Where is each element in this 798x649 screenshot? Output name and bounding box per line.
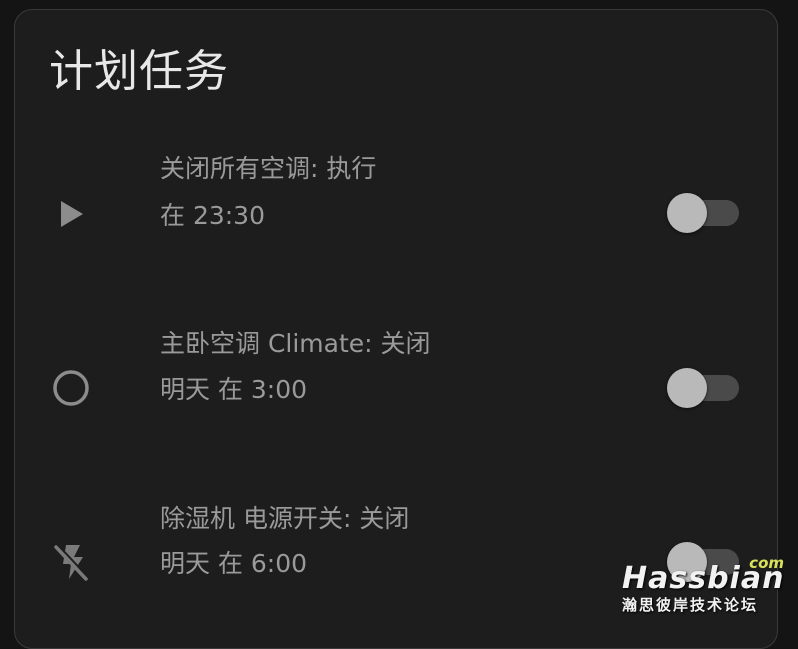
circle-outline-icon bbox=[51, 368, 91, 408]
row-time: 明天 在 3:00 bbox=[160, 375, 308, 404]
watermark-logo: com Hassbian 瀚思彼岸技术论坛 bbox=[622, 556, 792, 624]
row-name: 除湿机 电源开关: 关闭 bbox=[160, 504, 410, 533]
play-icon bbox=[51, 194, 91, 234]
row-name: 主卧空调 Climate: 关闭 bbox=[160, 329, 431, 358]
watermark-brand: Hassbian bbox=[622, 561, 785, 596]
flash-off-icon bbox=[51, 542, 91, 582]
toggle-knob bbox=[667, 193, 707, 233]
watermark-tagline: 瀚思彼岸技术论坛 bbox=[622, 596, 759, 614]
schedule-row-2[interactable]: 主卧空调 Climate: 关闭 明天 在 3:00 bbox=[15, 316, 779, 416]
toggle-knob bbox=[667, 368, 707, 408]
row-name: 关闭所有空调: 执行 bbox=[160, 154, 377, 183]
row-time: 在 23:30 bbox=[160, 201, 265, 230]
schedule-card: 计划任务 关闭所有空调: 执行 在 23:30 主卧空调 Climate: 关闭… bbox=[14, 9, 778, 649]
schedule-row-1[interactable]: 关闭所有空调: 执行 在 23:30 bbox=[15, 142, 779, 242]
card-title: 计划任务 bbox=[49, 46, 229, 97]
schedule-toggle-2[interactable] bbox=[667, 368, 739, 408]
schedule-toggle-1[interactable] bbox=[667, 193, 739, 233]
row-time: 明天 在 6:00 bbox=[160, 549, 308, 578]
